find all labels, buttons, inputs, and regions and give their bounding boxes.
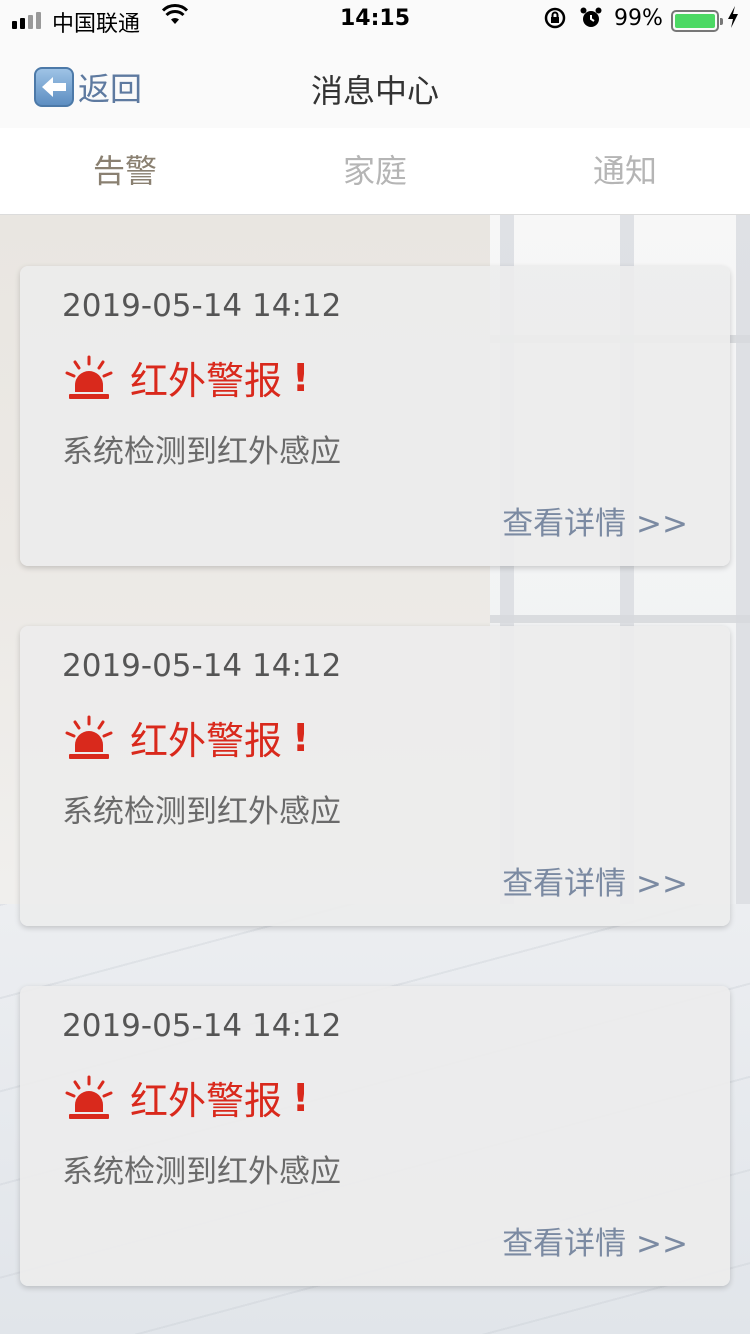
charging-icon — [727, 5, 739, 34]
alert-description: 系统检测到红外感应 — [62, 794, 341, 830]
battery-fill — [675, 14, 715, 28]
alert-description: 系统检测到红外感应 — [62, 434, 341, 470]
exclamation-mark: ! — [292, 715, 310, 760]
rotation-lock-icon — [543, 6, 567, 35]
alert-header: 红外警报 ! — [64, 710, 309, 765]
alert-card[interactable]: 2019-05-14 14:12 红外警报 ! 系统检测到红外感应 查看详情 >… — [20, 986, 730, 1286]
view-details-link[interactable]: 查看详情 >> — [502, 498, 688, 543]
siren-icon — [65, 355, 113, 399]
alert-description: 系统检测到红外感应 — [62, 1154, 341, 1190]
view-details-link[interactable]: 查看详情 >> — [502, 1218, 688, 1263]
exclamation-mark: ! — [292, 355, 310, 400]
alert-title: 红外警报 — [130, 359, 283, 403]
tab-family[interactable]: 家庭 — [250, 128, 500, 214]
alert-header: 红外警报 ! — [64, 1070, 309, 1125]
view-details-link[interactable]: 查看详情 >> — [502, 858, 688, 903]
battery-percent: 99% — [614, 6, 663, 31]
alert-time: 2019-05-14 14:12 — [62, 288, 342, 324]
nav-bar: 返回 消息中心 — [0, 40, 750, 128]
battery-icon — [671, 10, 723, 32]
tab-notification[interactable]: 通知 — [500, 128, 750, 214]
tab-bar: 告警 家庭 通知 — [0, 128, 750, 215]
alert-time: 2019-05-14 14:12 — [62, 648, 342, 684]
alarm-icon — [579, 6, 603, 35]
alert-title: 红外警报 — [130, 719, 283, 763]
alert-time: 2019-05-14 14:12 — [62, 1008, 342, 1044]
alert-title: 红外警报 — [130, 1079, 283, 1123]
status-bar: 中国联通 14:15 99% — [0, 0, 750, 40]
window-frame — [490, 615, 750, 623]
exclamation-mark: ! — [292, 1075, 310, 1120]
alert-card[interactable]: 2019-05-14 14:12 红外警报 ! 系统检测到红外感应 查看详情 >… — [20, 626, 730, 926]
alert-card[interactable]: 2019-05-14 14:12 红外警报 ! 系统检测到红外感应 查看详情 >… — [20, 266, 730, 566]
tab-alarm[interactable]: 告警 — [0, 128, 250, 214]
alert-header: 红外警报 ! — [64, 350, 309, 405]
siren-icon — [65, 1075, 113, 1119]
siren-icon — [65, 715, 113, 759]
window-frame — [736, 215, 750, 975]
page-title: 消息中心 — [310, 72, 439, 110]
